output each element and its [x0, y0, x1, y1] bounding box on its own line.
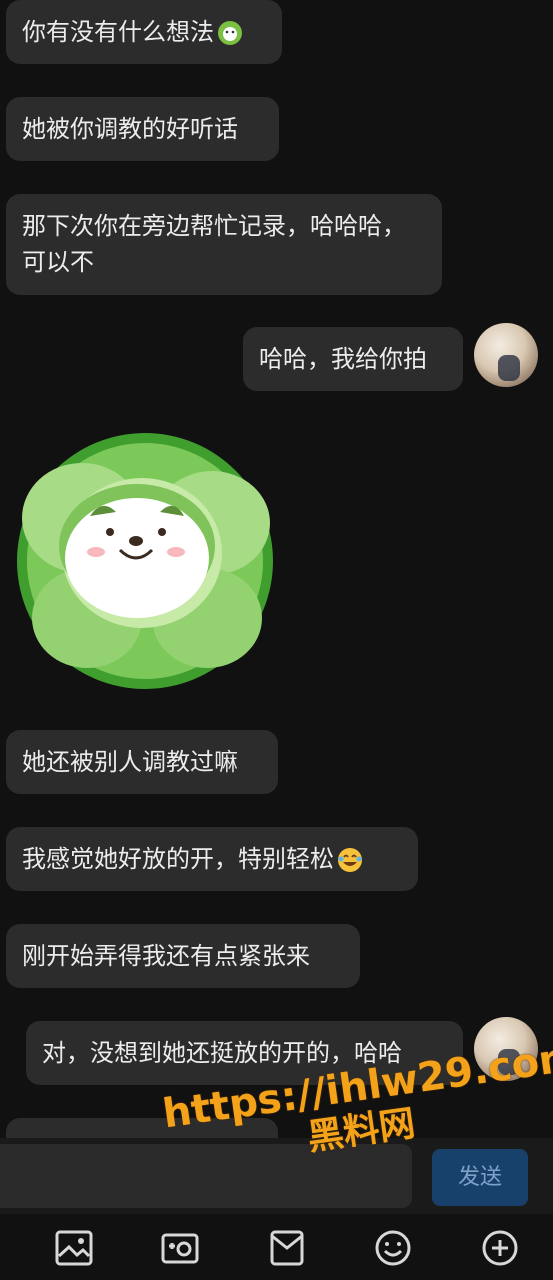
avatar[interactable] [474, 323, 538, 387]
dog-emoji-icon [218, 21, 242, 45]
message-text: 刚开始弄得我还有点紧张来 [22, 942, 310, 970]
smile-icon[interactable] [374, 1230, 412, 1266]
message-bubble[interactable]: 她还被别人调教过嘛 [6, 730, 278, 794]
message-bubble[interactable]: 那下次你在旁边帮忙记录，哈哈哈，可以不 [6, 194, 442, 295]
message-text: 你有没有什么想法 [22, 18, 214, 46]
message-bubble[interactable]: 她被你调教的好听话 [6, 97, 279, 161]
message-text: 她还被别人调教过嘛 [22, 748, 238, 776]
message-text: 我感觉她好放的开，特别轻松 [22, 845, 334, 873]
message-bubble[interactable]: 哈哈，我给你拍 [243, 327, 463, 391]
message-text: 对，没想到她还挺放的开的，哈哈 [42, 1039, 402, 1067]
plus-circle-icon[interactable] [481, 1230, 519, 1266]
envelope-icon[interactable] [268, 1230, 306, 1266]
image-icon[interactable] [55, 1230, 93, 1266]
message-text: 她被你调教的好听话 [22, 115, 238, 143]
camera-icon[interactable] [161, 1230, 199, 1266]
message-bubble[interactable]: 刚开始弄得我还有点紧张来 [6, 924, 360, 988]
message-text: 那下次你在旁边帮忙记录，哈哈哈，可以不 [22, 212, 406, 276]
cabbage-dog-sticker[interactable] [12, 428, 278, 694]
laughing-tears-emoji-icon [338, 848, 362, 872]
message-text: 哈哈，我给你拍 [259, 345, 427, 373]
message-bubble[interactable]: 我感觉她好放的开，特别轻松 [6, 827, 418, 891]
message-bubble[interactable]: 你有没有什么想法 [6, 0, 282, 64]
